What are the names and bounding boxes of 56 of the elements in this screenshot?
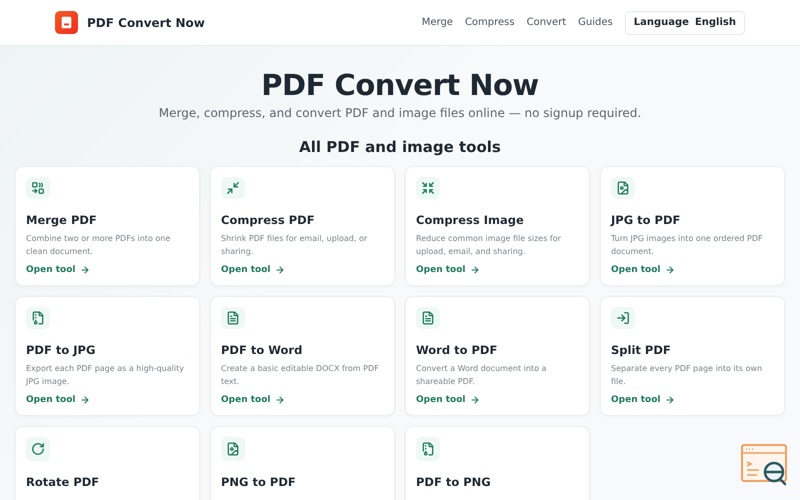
- tool-description: Shrink PDF files for email, upload, or sharing.: [221, 233, 368, 258]
- tool-title: PDF to JPG: [26, 343, 96, 357]
- file-archive-icon: [421, 442, 435, 456]
- brand-name: PDF Convert Now: [87, 16, 205, 30]
- open-tool-link[interactable]: Open tool: [611, 395, 674, 405]
- tool-description: Reduce common image file sizes for upload, email, and sharing.: [416, 233, 562, 258]
- open-tool-link[interactable]: Open tool: [416, 265, 480, 275]
- arrow-right-icon: [80, 395, 90, 405]
- arrow-right-icon: [664, 265, 674, 275]
- tool-title: PNG to PDF: [221, 475, 297, 489]
- tool-description: Convert a Word document into a shareable PDF.: [416, 363, 548, 388]
- tool-title: Rotate PDF: [26, 475, 100, 489]
- tool-description: Export each PDF page as a high-quality JPG image.: [26, 363, 185, 388]
- open-tool-link[interactable]: Open tool: [26, 265, 90, 275]
- tool-title: PDF to Word: [221, 343, 304, 357]
- enter-arrow-icon: [616, 311, 630, 325]
- file-text-icon: [226, 311, 240, 325]
- arrow-right-icon: [470, 395, 480, 405]
- arrow-right-icon: [274, 395, 284, 405]
- open-tool-link[interactable]: Open tool: [416, 395, 480, 405]
- tool-title: JPG to PDF: [611, 213, 682, 227]
- open-tool-link[interactable]: Open tool: [611, 265, 674, 275]
- tool-description: Separate every PDF page into its own file.: [611, 363, 764, 388]
- page-subtitle: Merge, compress, and convert PDF and image files online — no signup required.: [158, 106, 642, 120]
- tool-title: Word to PDF: [416, 343, 498, 357]
- page-title: PDF Convert Now: [261, 68, 539, 102]
- tool-title: Split PDF: [611, 343, 672, 357]
- logo-icon: [55, 11, 78, 34]
- arrow-right-icon: [664, 395, 674, 405]
- arrow-right-icon: [470, 265, 480, 275]
- language-button[interactable]: Language English: [624, 10, 745, 34]
- file-image-icon: [616, 181, 630, 195]
- open-tool-link[interactable]: Open tool: [221, 395, 284, 405]
- rotate-icon: [31, 442, 45, 456]
- open-tool-link[interactable]: Open tool: [26, 395, 90, 405]
- merge-icon: [31, 181, 45, 195]
- arrow-right-icon: [274, 265, 284, 275]
- tool-description: Turn JPG images into one ordered PDF document.: [611, 233, 764, 258]
- shrink-arrows-icon: [421, 181, 435, 195]
- tool-description: Create a basic editable DOCX from PDF text.: [221, 363, 380, 388]
- nav-link[interactable]: Convert: [526, 17, 566, 28]
- minimize-arrows-icon: [226, 181, 240, 195]
- open-tool-link[interactable]: Open tool: [221, 265, 284, 275]
- section-heading: All PDF and image tools: [299, 138, 501, 156]
- tool-title: Compress Image: [416, 213, 525, 227]
- tool-title: Merge PDF: [26, 213, 98, 227]
- file-text-icon: [421, 311, 435, 325]
- file-archive-icon: [31, 311, 45, 325]
- tool-title: PDF to PNG: [416, 475, 492, 489]
- file-image-icon: [226, 442, 240, 456]
- nav-link[interactable]: Guides: [578, 17, 613, 28]
- arrow-right-icon: [80, 265, 90, 275]
- nav-link[interactable]: Compress: [464, 17, 515, 28]
- tool-description: Combine two or more PDFs into one clean document.: [26, 233, 172, 258]
- nav-link[interactable]: Merge: [422, 17, 453, 28]
- tool-title: Compress PDF: [221, 213, 316, 227]
